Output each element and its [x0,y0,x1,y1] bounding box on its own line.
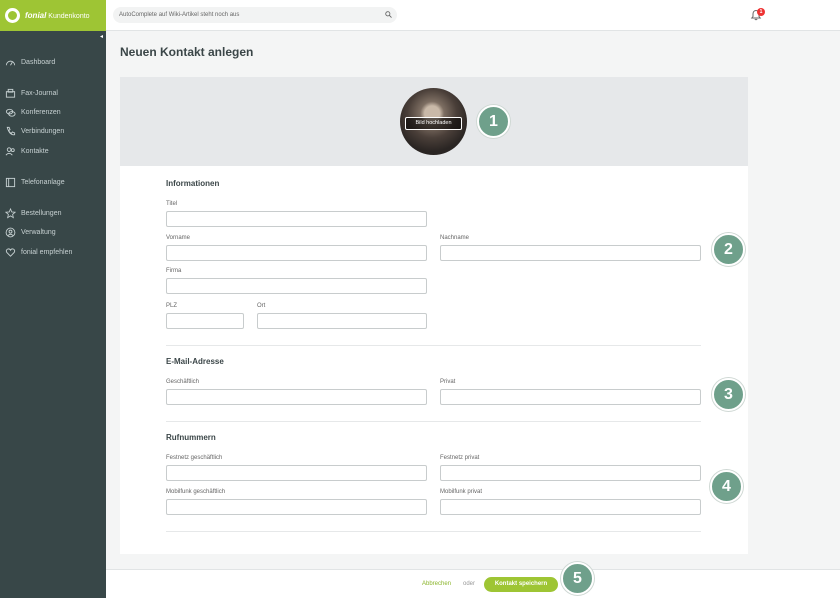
upload-image-button[interactable]: Bild hochladen [405,117,462,130]
search-icon[interactable] [385,11,392,18]
sidebar-item-label: Verwaltung [21,229,56,236]
sidebar-item-label: Kontakte [21,148,49,155]
ort-field[interactable] [257,313,427,329]
firma-field[interactable] [166,278,427,294]
step-marker-5: 5 [561,562,594,595]
divider [166,421,701,422]
label-festnetz-privat: Festnetz privat [440,455,480,461]
label-vorname: Vorname [166,235,191,241]
top-bar: fonial Kundenkonto AutoComplete auf Wiki… [0,0,840,31]
landline-business-field[interactable] [166,465,427,481]
brand-logo[interactable]: fonial Kundenkonto [0,0,106,31]
vorname-field[interactable] [166,245,427,261]
recommend-icon [5,248,16,257]
label-email-geschaeftlich: Geschäftlich [166,379,200,385]
divider [166,345,701,346]
conference-icon [5,108,16,117]
phone-icon [6,126,16,136]
label-mobil-privat: Mobilfunk privat [440,489,483,495]
label-festnetz-geschaeftlich: Festnetz geschäftlich [166,455,223,461]
email-business-field[interactable] [166,389,427,405]
notification-badge: 1 [757,8,765,16]
or-text: oder [463,581,476,587]
landline-private-field[interactable] [440,465,701,481]
save-contact-button[interactable]: Kontakt speichern [484,577,558,592]
fax-icon [5,88,16,98]
step-marker-4: 4 [710,470,743,503]
label-email-privat: Privat [440,379,456,385]
pbx-icon [5,177,16,188]
brand-text: fonial Kundenkonto [25,11,90,20]
sidebar-item-verbindungen[interactable]: Verbindungen [5,126,64,137]
sidebar-item-telefonanlage[interactable]: Telefonanlage [5,177,65,188]
brand-sub: Kundenkonto [48,13,90,20]
sidebar-item-label: fonial empfehlen [21,249,73,256]
label-mobil-geschaeftlich: Mobilfunk geschäftlich [166,489,226,495]
sidebar-item-kontakte[interactable]: Kontakte [5,146,49,157]
step-marker-3: 3 [712,378,745,411]
plz-field[interactable] [166,313,244,329]
sidebar-item-dashboard[interactable]: Dashboard [5,57,55,68]
cancel-link[interactable]: Abbrechen [422,581,451,587]
nachname-field[interactable] [440,245,701,261]
sidebar-item-konferenzen[interactable]: Konferenzen [5,107,61,118]
step-marker-2: 2 [712,233,745,266]
sidebar-item-label: Bestellungen [21,210,62,217]
section-title-info: Informationen [166,179,220,188]
mobile-private-field[interactable] [440,499,701,515]
sidebar-item-verwaltung[interactable]: Verwaltung [5,227,56,238]
section-title-phone: Rufnummern [166,433,216,442]
titel-field[interactable] [166,211,427,227]
sidebar-item-fax-journal[interactable]: Fax-Journal [5,88,58,99]
label-nachname: Nachname [440,235,470,241]
section-title-email: E-Mail-Adresse [166,357,224,366]
dashboard-icon [5,60,16,66]
divider [166,531,701,532]
sidebar-item-bestellungen[interactable]: Bestellungen [5,208,61,219]
sidebar-item-label: Fax-Journal [21,90,58,97]
sidebar-item-fonial-empfehlen[interactable]: fonial empfehlen [5,247,72,258]
contacts-icon [5,147,15,156]
brand-name: fonial [25,11,47,20]
sidebar-item-label: Konferenzen [21,109,61,116]
sidebar-item-label: Dashboard [21,59,56,66]
form-footer: Abbrechen oder Kontakt speichern [106,569,840,598]
page-title: Neuen Kontakt anlegen [120,45,254,59]
contact-form-card: Bild hochladen Informationen Titel Vorna… [120,77,748,554]
sidebar-item-label: Telefonanlage [21,179,65,186]
photo-section: Bild hochladen [120,77,748,166]
label-firma: Firma [166,268,182,274]
search-placeholder: AutoComplete auf Wiki-Artikel steht noch… [119,12,240,18]
email-private-field[interactable] [440,389,701,405]
label-titel: Titel [166,201,178,207]
search-input[interactable]: AutoComplete auf Wiki-Artikel steht noch… [113,7,397,23]
mobile-business-field[interactable] [166,499,427,515]
logo-ring-icon [5,8,20,23]
sidebar-item-label: Verbindungen [21,128,65,135]
step-marker-1: 1 [477,105,510,138]
star-icon [5,208,16,219]
sidebar: ◂ Dashboard Fax-Journal Konferenzen Verb… [0,31,106,598]
label-ort: Ort [257,303,266,309]
label-plz: PLZ [166,303,178,309]
user-icon [5,227,16,238]
collapse-sidebar-icon[interactable]: ◂ [100,33,103,40]
